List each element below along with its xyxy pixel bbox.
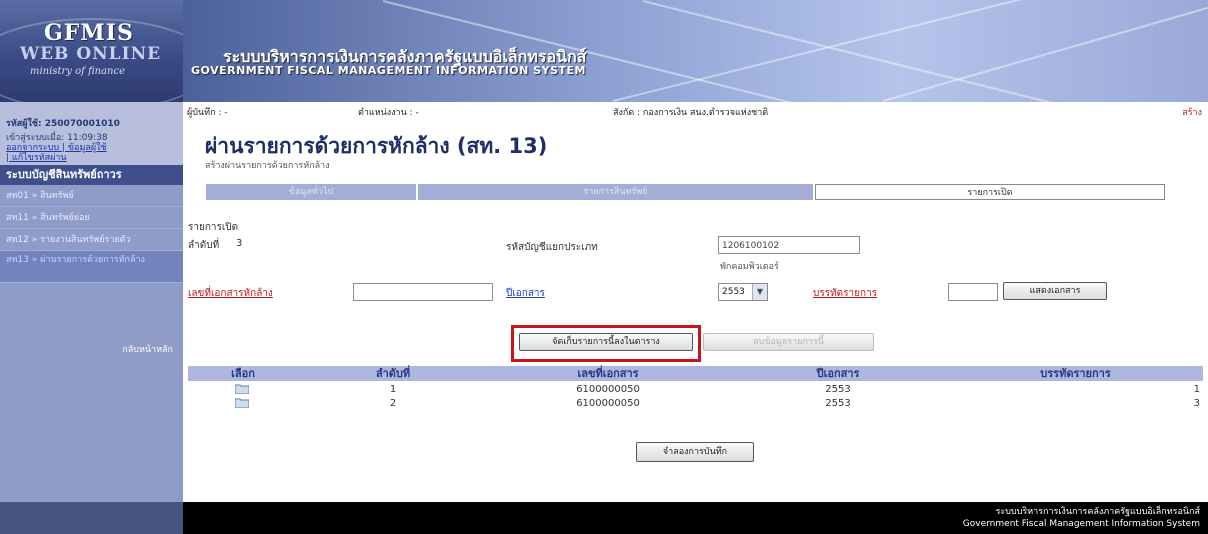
sidebar-item-st12[interactable]: สท12 » รายงานสินทรัพย์รายตัว — [0, 229, 183, 251]
user-links-line2[interactable]: | แก้ไขรหัสผ่าน — [6, 150, 67, 164]
home-link[interactable]: กลับหน้าหลัก — [122, 342, 173, 356]
sidebar-section-title: ระบบบัญชีสินทรัพย์ถาวร — [0, 165, 183, 185]
col-doc-year: ปีเอกสาร — [816, 367, 860, 380]
clearing-doc-no-field[interactable] — [353, 283, 493, 301]
form-section-title: รายการเปิด — [188, 222, 239, 233]
open-items-form: รายการเปิด ลำดับที่ 3 รหัสบัญชีแยกประเภท… — [188, 206, 1203, 366]
footer: ระบบบริหารการเงินการคลังภาครัฐแบบอิเล็กท… — [0, 502, 1208, 534]
sidebar-item-st13[interactable]: สท13 » ผ่านรายการด้วยการหักล้าง — [0, 251, 183, 283]
position-label: ตำแหน่งงาน : - — [358, 108, 419, 118]
tab-asset-items[interactable]: รายการสินทรัพย์ — [418, 184, 813, 200]
doc-year-link[interactable]: ปีเอกสาร — [506, 286, 545, 301]
sidebar-item-st01[interactable]: สท01 » สินทรัพย์ — [0, 185, 183, 207]
banner-ray — [612, 0, 1021, 102]
logo-title: GFMIS — [44, 20, 134, 46]
seq-value: 3 — [236, 238, 243, 249]
tab-bar: ข้อมูลทั่วไป รายการสินทรัพย์ รายการเปิด — [206, 184, 1165, 200]
gl-account-field[interactable]: 1206100102 — [718, 236, 860, 254]
gfmis-logo: GFMIS WEB ONLINE ministry of finance — [0, 0, 183, 102]
logo-subtitle: WEB ONLINE — [20, 44, 162, 64]
row-line: 3 — [1193, 398, 1200, 409]
folder-icon[interactable] — [235, 384, 249, 394]
footer-title-en: Government Fiscal Management Information… — [962, 519, 1200, 529]
table-row[interactable]: 2 6100000050 2553 3 — [188, 396, 1203, 411]
sidebar-item-st11[interactable]: สท11 » สินทรัพย์ย่อย — [0, 207, 183, 229]
recorder-label: ผู้บันทึก : - — [187, 108, 228, 118]
create-link[interactable]: สร้าง — [1182, 105, 1202, 119]
table-header: เลือก ลำดับที่ เลขที่เอกสาร ปีเอกสาร บรร… — [188, 366, 1203, 381]
tab-open-items[interactable]: รายการเปิด — [815, 184, 1165, 200]
row-line: 1 — [1193, 384, 1200, 395]
show-document-button[interactable]: แสดงเอกสาร — [1003, 282, 1107, 300]
row-seq: 2 — [389, 398, 397, 409]
line-item-field[interactable] — [948, 283, 998, 301]
footer-left-block — [0, 502, 183, 534]
col-select: เลือก — [231, 367, 255, 380]
banner-ray — [882, 0, 1208, 102]
sidebar: รหัสผู้ใช้: 250070001010 เข้าสู่ระบบเมื่… — [0, 102, 183, 502]
chevron-down-icon[interactable]: ▼ — [752, 284, 767, 300]
table-row[interactable]: 1 6100000050 2553 1 — [188, 382, 1203, 397]
clearing-doc-no-link[interactable]: เลขที่เอกสารหักล้าง — [188, 286, 273, 301]
col-seq: ลำดับที่ — [375, 367, 411, 380]
delete-row-button[interactable]: ลบข้อมูลรายการนี้ — [703, 333, 874, 351]
gl-account-label: รหัสบัญชีแยกประเภท — [506, 242, 598, 253]
col-doc-no: เลขที่เอกสาร — [577, 367, 639, 380]
row-year: 2553 — [825, 384, 851, 395]
header-banner: ระบบบริหารการเงินการคลังภาครัฐแบบอิเล็กท… — [183, 0, 1208, 102]
footer-text: ระบบบริหารการเงินการคลังภาครัฐแบบอิเล็กท… — [963, 506, 1200, 530]
save-row-button[interactable]: จัดเก็บรายการนี้ลงในตาราง — [519, 333, 693, 351]
col-line-item: บรรทัดรายการ — [1040, 367, 1111, 380]
user-code: รหัสผู้ใช้: 250070001010 — [6, 119, 120, 129]
row-year: 2553 — [825, 398, 851, 409]
folder-icon[interactable] — [235, 398, 249, 408]
page-subtitle: สร้างผ่านรายการด้วยการหักล้าง — [205, 161, 330, 171]
row-doc-no: 6100000050 — [576, 384, 640, 395]
doc-year-select[interactable]: 2553 ▼ — [718, 283, 768, 301]
system-title-en: GOVERNMENT FISCAL MANAGEMENT INFORMATION… — [191, 64, 586, 77]
gl-account-note: พักคอมพิวเตอร์ — [720, 262, 779, 272]
line-item-link[interactable]: บรรทัดรายการ — [813, 286, 877, 301]
doc-year-value: 2553 — [722, 287, 745, 297]
simulate-save-button[interactable]: จำลองการบันทึก — [636, 442, 754, 462]
logo-tagline: ministry of finance — [30, 66, 126, 77]
row-doc-no: 6100000050 — [576, 398, 640, 409]
user-info-panel: รหัสผู้ใช้: 250070001010 เข้าสู่ระบบเมื่… — [0, 102, 183, 172]
main-content: ผู้บันทึก : - ตำแหน่งงาน : - สังกัด : กอ… — [183, 102, 1208, 502]
affiliation-label: สังกัด : กองการเงิน สนง.ตำรวจแห่งชาติ — [613, 108, 769, 118]
row-seq: 1 — [389, 384, 397, 395]
footer-title-th: ระบบบริหารการเงินการคลังภาครัฐแบบอิเล็กท… — [995, 507, 1200, 517]
user-context-bar: ผู้บันทึก : - ตำแหน่งงาน : - สังกัด : กอ… — [183, 102, 1208, 118]
banner-ray — [642, 0, 1051, 102]
seq-label: ลำดับที่ — [188, 240, 220, 251]
tab-general[interactable]: ข้อมูลทั่วไป — [206, 184, 416, 200]
